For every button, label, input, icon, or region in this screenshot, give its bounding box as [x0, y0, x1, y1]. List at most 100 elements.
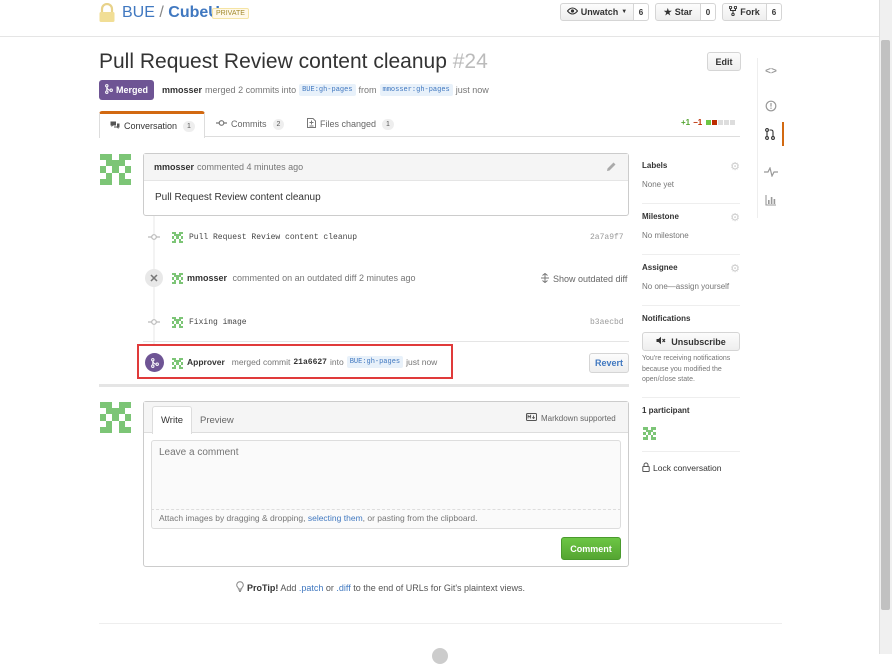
repo-owner-link[interactable]: BUE — [122, 4, 155, 21]
star-label: Star — [674, 7, 693, 17]
select-files-link[interactable]: selecting them — [308, 513, 363, 523]
commit-author-avatar[interactable] — [172, 232, 183, 243]
footer-logo-icon[interactable] — [432, 648, 448, 664]
tab-commits-count: 2 — [272, 118, 285, 130]
commit-sha-link[interactable]: b3aecbd — [590, 318, 624, 327]
merge-commit-sha-link[interactable]: 21a6627 — [293, 358, 327, 367]
edit-title-button[interactable]: Edit — [707, 52, 741, 71]
outdated-author-avatar[interactable] — [172, 273, 183, 284]
avatar[interactable] — [100, 154, 131, 185]
tab-conversation-count: 1 — [183, 120, 195, 132]
protip-text-2: or — [323, 582, 337, 593]
commit-icon — [216, 119, 227, 129]
unsubscribe-button[interactable]: Unsubscribe — [642, 332, 740, 351]
sidebar-assignee[interactable]: Assignee ⚙ No one—assign yourself — [642, 263, 740, 298]
head-branch: mmosser:gh-pages — [379, 84, 453, 96]
markdown-supported-link[interactable]: Markdown supported — [526, 413, 616, 423]
avatar[interactable] — [100, 402, 131, 433]
comment-form: Write Preview Markdown supported Attach … — [143, 401, 629, 567]
sidebar-milestone[interactable]: Milestone ⚙ No milestone — [642, 212, 740, 247]
gear-icon[interactable]: ⚙ — [730, 262, 740, 275]
tab-commits-label: Commits — [231, 119, 267, 129]
forks-count[interactable]: 6 — [766, 3, 782, 21]
participants-heading: 1 participant — [642, 406, 690, 415]
tab-conversation-label: Conversation — [124, 121, 178, 131]
diffstat-deletions: −1 — [693, 118, 703, 127]
merge-actor-link[interactable]: Approver — [187, 357, 225, 367]
revert-button[interactable]: Revert — [589, 353, 629, 373]
labels-value: None yet — [642, 180, 675, 189]
merge-event-separator — [143, 341, 629, 342]
pulse-icon[interactable] — [764, 166, 778, 178]
graph-icon[interactable] — [765, 194, 777, 206]
unwatch-label: Unwatch — [580, 7, 619, 17]
merge-actor-avatar[interactable] — [172, 358, 183, 369]
issue-icon[interactable] — [765, 100, 777, 112]
tab-commits[interactable]: Commits 2 — [216, 114, 285, 134]
star-button[interactable]: ★ Star — [655, 3, 701, 21]
lock-icon — [98, 2, 116, 23]
commit-message-link[interactable]: Fixing image — [189, 318, 247, 327]
sidebar-divider — [642, 254, 740, 255]
outdated-author-link[interactable]: mmosser — [187, 273, 227, 283]
merged-badge-icon — [145, 353, 164, 372]
timeline-end-divider — [99, 384, 629, 387]
merged-state-label: Merged — [116, 85, 149, 95]
scrollbar-thumb[interactable] — [881, 40, 890, 610]
mute-icon — [656, 336, 666, 347]
repo-title: BUE / CubeU — [122, 4, 220, 22]
merge-time: just now — [406, 357, 438, 367]
patch-link[interactable]: .patch — [299, 583, 324, 593]
fork-button[interactable]: Fork — [722, 3, 767, 21]
fork-label: Fork — [740, 7, 760, 17]
tab-preview[interactable]: Preview — [200, 406, 234, 434]
pencil-icon[interactable] — [606, 161, 618, 173]
watchers-count[interactable]: 6 — [633, 3, 649, 21]
comment-author-link[interactable]: mmosser — [154, 162, 194, 172]
show-outdated-diff-link[interactable]: Show outdated diff — [540, 272, 628, 285]
lock-conversation-link[interactable]: Lock conversation — [642, 462, 722, 474]
pr-meta: Merged mmosser merged 2 commits into BUE… — [99, 80, 489, 100]
tab-files-changed[interactable]: Files changed 1 — [307, 114, 394, 134]
merge-event-text: Approver merged commit 21a6627 into BUE:… — [187, 356, 437, 368]
diffstat-block-deleted — [712, 120, 718, 125]
participant-avatar[interactable] — [643, 427, 656, 440]
commit-message-link[interactable]: Pull Request Review content cleanup — [189, 233, 357, 242]
pr-author-link[interactable]: mmosser — [162, 85, 202, 95]
sidebar-divider — [642, 397, 740, 398]
repo-separator: / — [159, 4, 164, 21]
unwatch-button[interactable]: Unwatch ▼ — [560, 3, 634, 21]
notifications-reason: You're receiving notifications because y… — [642, 355, 731, 383]
stargazers-count[interactable]: 0 — [700, 3, 716, 21]
pull-request-icon[interactable] — [758, 122, 784, 146]
diffstat-block-neutral — [724, 120, 730, 125]
comment-textarea[interactable] — [151, 440, 621, 510]
protip-text-1: Add — [278, 582, 299, 593]
protip-text-3: to the end of URLs for Git's plaintext v… — [350, 582, 526, 593]
show-outdated-diff-label: Show outdated diff — [553, 274, 628, 284]
gear-icon[interactable]: ⚙ — [730, 211, 740, 224]
diff-link[interactable]: .diff — [336, 583, 350, 593]
attach-text-2: , or pasting from the clipboard. — [362, 513, 478, 523]
assignee-value: No one—assign yourself — [642, 282, 730, 291]
edit-label: Edit — [715, 56, 733, 67]
pr-summary-1: merged 2 commits into — [205, 85, 297, 95]
comment-submit-button[interactable]: Comment — [561, 537, 621, 560]
fork-icon — [729, 5, 738, 18]
gear-icon[interactable]: ⚙ — [730, 160, 740, 173]
tab-write[interactable]: Write — [152, 406, 192, 434]
commit-sha-link[interactable]: 2a7a9f7 — [590, 233, 624, 242]
comment-box: mmosser commented 4 minutes ago Pull Req… — [143, 153, 629, 216]
tab-conversation[interactable]: Conversation 1 — [99, 111, 205, 138]
revert-label: Revert — [594, 358, 623, 368]
merge-target-branch: BUE:gh-pages — [346, 356, 404, 368]
attach-images-bar[interactable]: Attach images by dragging & dropping, se… — [151, 510, 621, 529]
base-branch: BUE:gh-pages — [299, 84, 356, 96]
code-icon[interactable]: <> — [758, 66, 784, 77]
markdown-icon — [526, 413, 537, 423]
comment-header: mmosser commented 4 minutes ago — [144, 154, 628, 181]
tab-preview-label: Preview — [200, 414, 234, 426]
commit-author-avatar[interactable] — [172, 317, 183, 328]
outdated-x-badge: ✕ — [145, 269, 163, 287]
sidebar-labels[interactable]: Labels ⚙ None yet — [642, 161, 740, 196]
